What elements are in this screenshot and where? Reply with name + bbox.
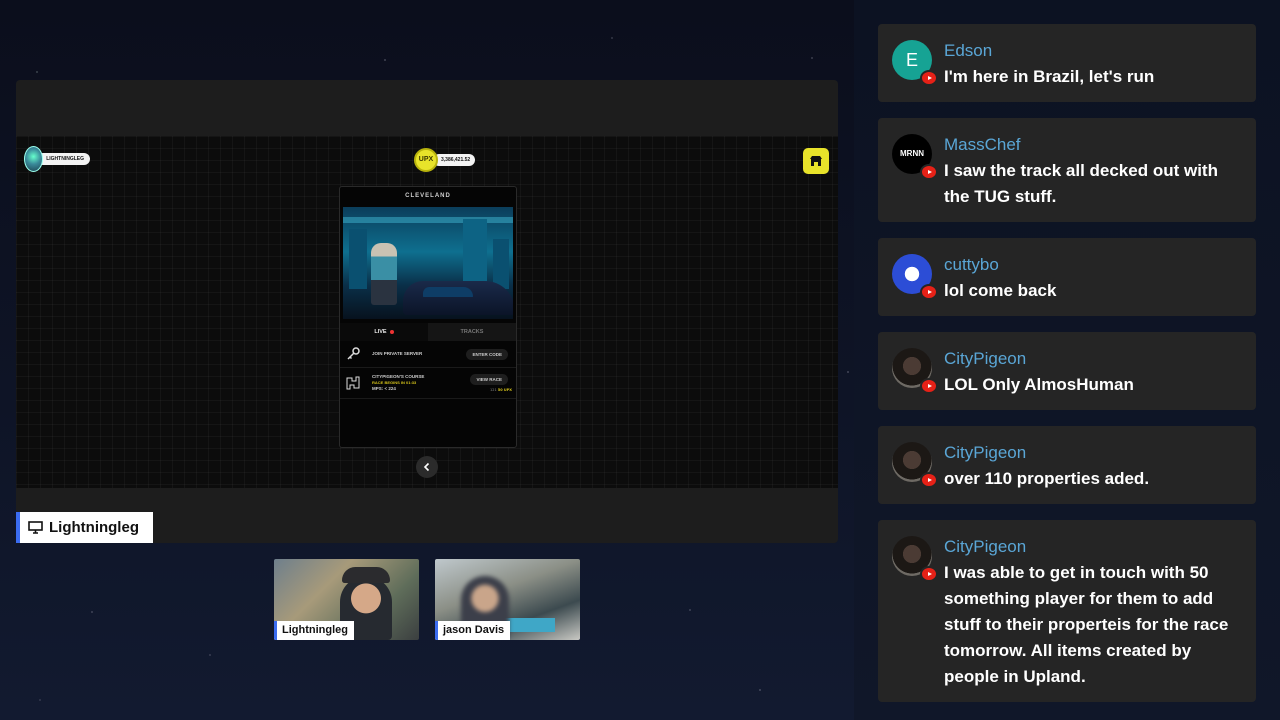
chat-username: CityPigeon xyxy=(944,349,1027,368)
tab-tracks[interactable]: TRACKS xyxy=(428,323,516,341)
key-icon xyxy=(344,345,362,363)
game-screen: LIGHTNINGLEG UPX 3,386,421.52 CLEVELAND xyxy=(16,136,838,488)
upx-amount: 3,386,421.52 xyxy=(433,154,476,166)
track-map-icon xyxy=(344,374,362,392)
youtube-icon xyxy=(920,566,938,582)
youtube-icon xyxy=(920,284,938,300)
store-button[interactable] xyxy=(803,148,829,174)
upx-balance[interactable]: UPX 3,386,421.52 xyxy=(414,148,476,172)
participant-tile[interactable]: jason Davis xyxy=(435,559,580,640)
chat-message: MRNN MassChef I saw the track all decked… xyxy=(878,118,1256,222)
chat-username: cuttybo xyxy=(944,255,999,274)
chat-username: CityPigeon xyxy=(944,537,1027,556)
chat-message: cuttybo lol come back xyxy=(878,238,1256,316)
youtube-icon xyxy=(920,164,938,180)
participant-tile[interactable]: Lightningleg xyxy=(274,559,419,640)
chat-text: I saw the track all decked out with the … xyxy=(944,161,1218,206)
chat-text: I was able to get in touch with 50 somet… xyxy=(944,563,1229,686)
screen-share-tag: Lightningleg xyxy=(16,512,153,543)
race-actions: VIEW RACE 121 50 UPX xyxy=(470,374,512,392)
participant-name: Lightningleg xyxy=(274,621,354,640)
tab-live[interactable]: LIVE xyxy=(340,323,428,341)
back-button[interactable] xyxy=(416,456,438,478)
race-mps: MPS: < 224 xyxy=(372,386,396,391)
chat-username: MassChef xyxy=(944,135,1021,154)
chat-text: lol come back xyxy=(944,281,1057,300)
chat-message: E Edson I'm here in Brazil, let's run xyxy=(878,24,1256,102)
store-icon xyxy=(810,156,822,166)
chat-message: CityPigeon I was able to get in touch wi… xyxy=(878,520,1256,702)
race-info: CITYPIGEON'S COURSE RACE BEGINS IN 01:33… xyxy=(372,374,470,392)
race-row: CITYPIGEON'S COURSE RACE BEGINS IN 01:33… xyxy=(340,368,516,399)
join-private-server-row: JOIN PRIVATE SERVER ENTER CODE xyxy=(340,341,516,368)
chat-text: over 110 properties aded. xyxy=(944,469,1150,488)
main-stream-panel: LIGHTNINGLEG UPX 3,386,421.52 CLEVELAND xyxy=(16,80,838,543)
chat-message: CityPigeon over 110 properties aded. xyxy=(878,426,1256,504)
city-title: CLEVELAND xyxy=(405,193,451,199)
chat-text: LOL Only AlmosHuman xyxy=(944,375,1134,394)
monitor-icon xyxy=(28,521,43,534)
chat-message: CityPigeon LOL Only AlmosHuman xyxy=(878,332,1256,410)
youtube-icon xyxy=(920,472,938,488)
chat-username: Edson xyxy=(944,41,993,60)
live-dot-icon xyxy=(389,329,394,334)
screen-share-name: Lightningleg xyxy=(49,519,139,536)
view-race-button[interactable]: VIEW RACE xyxy=(470,374,508,385)
youtube-icon xyxy=(920,70,938,86)
chat-panel: E Edson I'm here in Brazil, let's run MR… xyxy=(854,0,1280,720)
race-tabs: LIVE TRACKS xyxy=(340,323,516,341)
chat-text: I'm here in Brazil, let's run xyxy=(944,67,1155,86)
player-avatar xyxy=(24,146,44,172)
youtube-icon xyxy=(920,378,938,394)
race-panel: CLEVELAND LIVE TRACKS JOIN PRIVATE SERVE… xyxy=(339,186,517,448)
chat-username: CityPigeon xyxy=(944,443,1027,462)
participant-name: jason Davis xyxy=(435,621,511,640)
player-profile[interactable]: LIGHTNINGLEG xyxy=(24,146,90,172)
hero-image xyxy=(343,207,513,319)
chevron-left-icon xyxy=(423,462,430,472)
race-fee: 121 50 UPX xyxy=(489,388,512,392)
upx-coin-icon: UPX xyxy=(414,148,438,172)
join-private-server-label: JOIN PRIVATE SERVER xyxy=(372,351,423,356)
player-name: LIGHTNINGLEG xyxy=(37,153,90,165)
enter-code-button[interactable]: ENTER CODE xyxy=(466,348,508,360)
